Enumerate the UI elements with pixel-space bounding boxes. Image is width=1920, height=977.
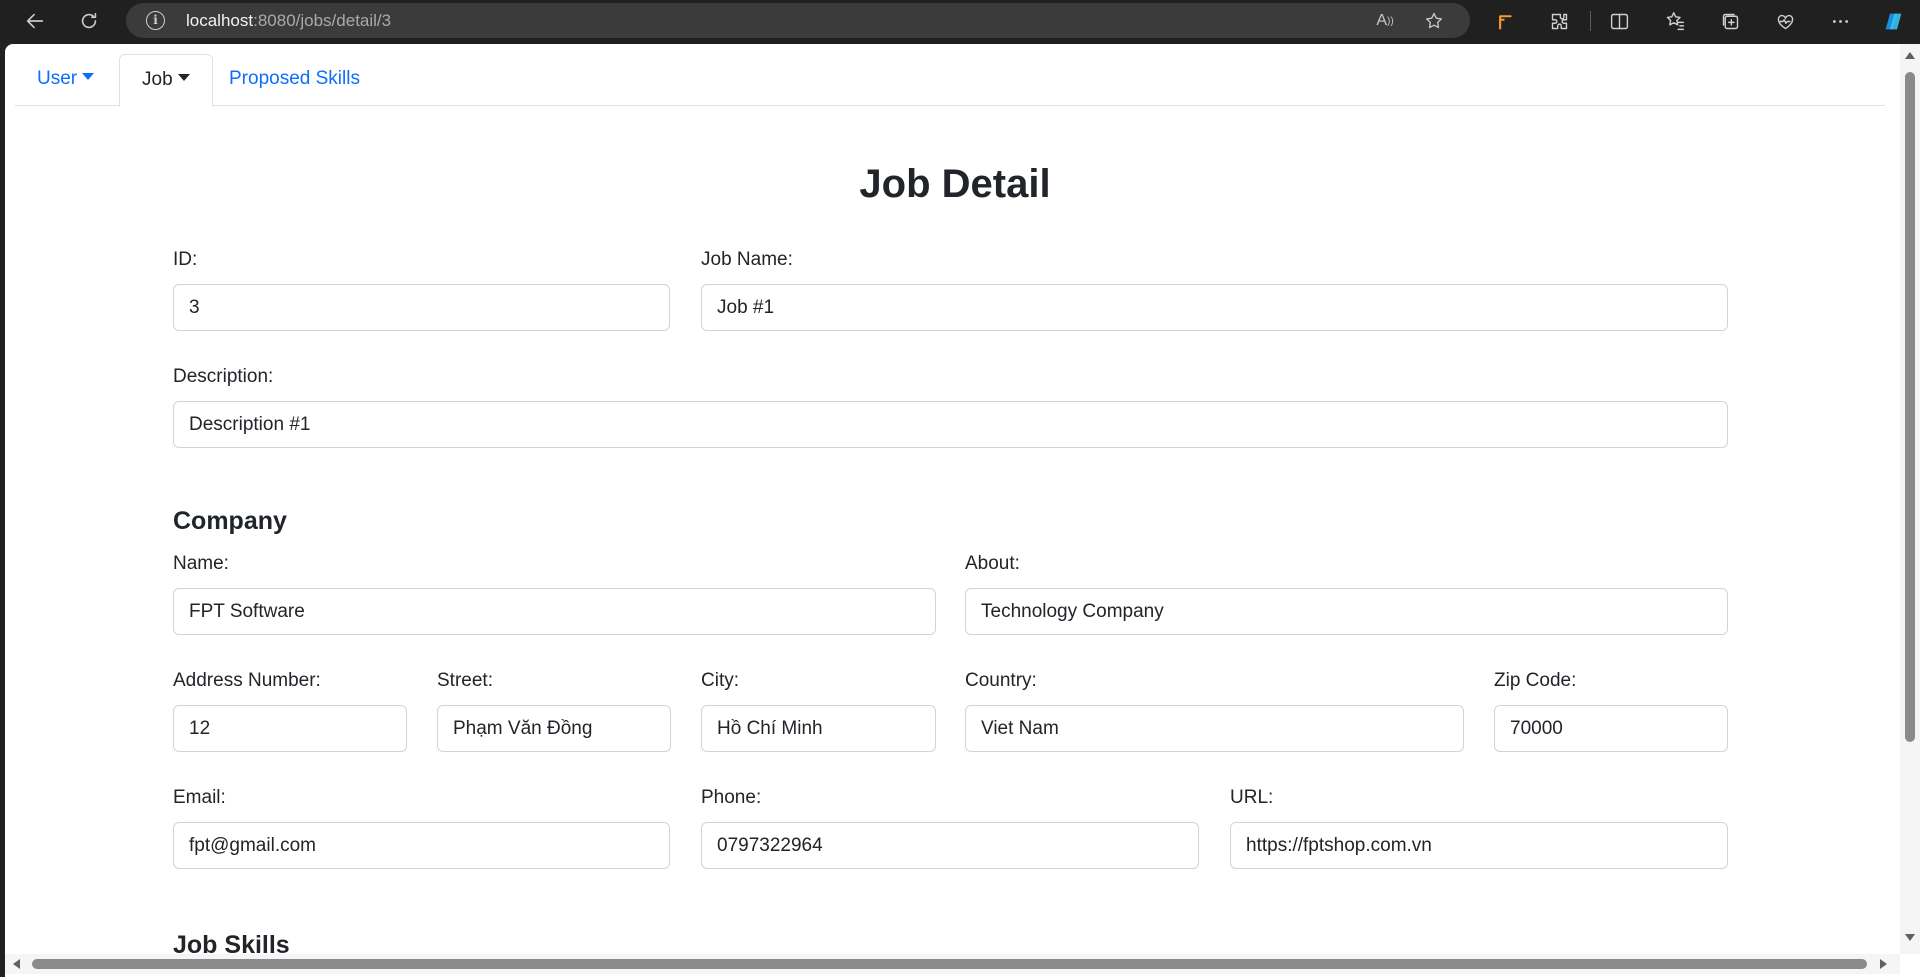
- extension-orange-icon[interactable]: [1489, 6, 1519, 36]
- caret-down-icon: [82, 73, 95, 80]
- about-field[interactable]: [965, 588, 1728, 635]
- country-field[interactable]: [965, 705, 1464, 752]
- scroll-right-arrow-icon[interactable]: [1880, 959, 1887, 969]
- city-label: City:: [701, 670, 739, 691]
- address-url[interactable]: localhost:8080/jobs/detail/3: [186, 3, 391, 38]
- extensions-puzzle-icon[interactable]: [1544, 6, 1574, 36]
- country-label: Country:: [965, 670, 1037, 691]
- url-label: URL:: [1230, 787, 1274, 808]
- refresh-icon: [81, 12, 97, 29]
- toolbar-separator: [1590, 11, 1591, 31]
- scroll-left-arrow-icon[interactable]: [13, 959, 20, 969]
- phone-label: Phone:: [701, 787, 762, 808]
- page-viewport: User Job Proposed Skills Job Detail ID: …: [5, 44, 1920, 977]
- id-field[interactable]: [173, 284, 670, 331]
- city-field[interactable]: [701, 705, 936, 752]
- address-bar[interactable]: i localhost:8080/jobs/detail/3 A)): [126, 3, 1470, 38]
- horizontal-scroll-thumb[interactable]: [32, 959, 1867, 969]
- page-title: Job Detail: [859, 162, 1051, 206]
- vertical-scroll-thumb[interactable]: [1905, 72, 1915, 742]
- more-options-icon[interactable]: [1825, 6, 1855, 36]
- split-screen-icon[interactable]: [1604, 6, 1634, 36]
- browser-toolbar: i localhost:8080/jobs/detail/3 A)): [0, 0, 1920, 42]
- address-number-field[interactable]: [173, 705, 407, 752]
- horizontal-scrollbar[interactable]: [5, 954, 1900, 974]
- tab-proposed-skills[interactable]: Proposed Skills: [207, 54, 382, 106]
- collections-icon[interactable]: [1715, 6, 1745, 36]
- address-number-label: Address Number:: [173, 670, 321, 691]
- job-name-field[interactable]: [701, 284, 1728, 331]
- company-name-label: Name:: [173, 553, 229, 574]
- description-field[interactable]: [173, 401, 1728, 448]
- street-field[interactable]: [437, 705, 671, 752]
- refresh-button[interactable]: [72, 4, 106, 38]
- url-field[interactable]: [1230, 822, 1728, 869]
- company-name-field[interactable]: [173, 588, 936, 635]
- description-label: Description:: [173, 366, 274, 387]
- favorite-star-icon[interactable]: [1421, 8, 1447, 34]
- nav-tabs: User Job Proposed Skills: [15, 54, 1885, 107]
- email-label: Email:: [173, 787, 226, 808]
- info-icon[interactable]: i: [146, 11, 165, 30]
- zip-code-label: Zip Code:: [1494, 670, 1577, 691]
- tab-job[interactable]: Job: [119, 54, 213, 107]
- vertical-scrollbar[interactable]: [1900, 44, 1920, 954]
- scroll-down-arrow-icon[interactable]: [1905, 934, 1915, 941]
- about-label: About:: [965, 553, 1020, 574]
- copilot-icon[interactable]: [1878, 6, 1908, 36]
- phone-field[interactable]: [701, 822, 1199, 869]
- email-field[interactable]: [173, 822, 670, 869]
- back-button[interactable]: [18, 4, 52, 38]
- caret-down-icon: [177, 74, 190, 81]
- company-heading: Company: [173, 507, 287, 535]
- zip-code-field[interactable]: [1494, 705, 1728, 752]
- tab-user[interactable]: User: [15, 54, 116, 106]
- street-label: Street:: [437, 670, 493, 691]
- browser-essentials-icon[interactable]: [1770, 6, 1800, 36]
- arrow-left-icon: [26, 13, 44, 29]
- favorites-icon[interactable]: [1660, 6, 1690, 36]
- scroll-up-arrow-icon[interactable]: [1905, 52, 1915, 59]
- job-name-label: Job Name:: [701, 249, 793, 270]
- id-label: ID:: [173, 249, 198, 270]
- read-aloud-icon[interactable]: A)): [1372, 8, 1398, 34]
